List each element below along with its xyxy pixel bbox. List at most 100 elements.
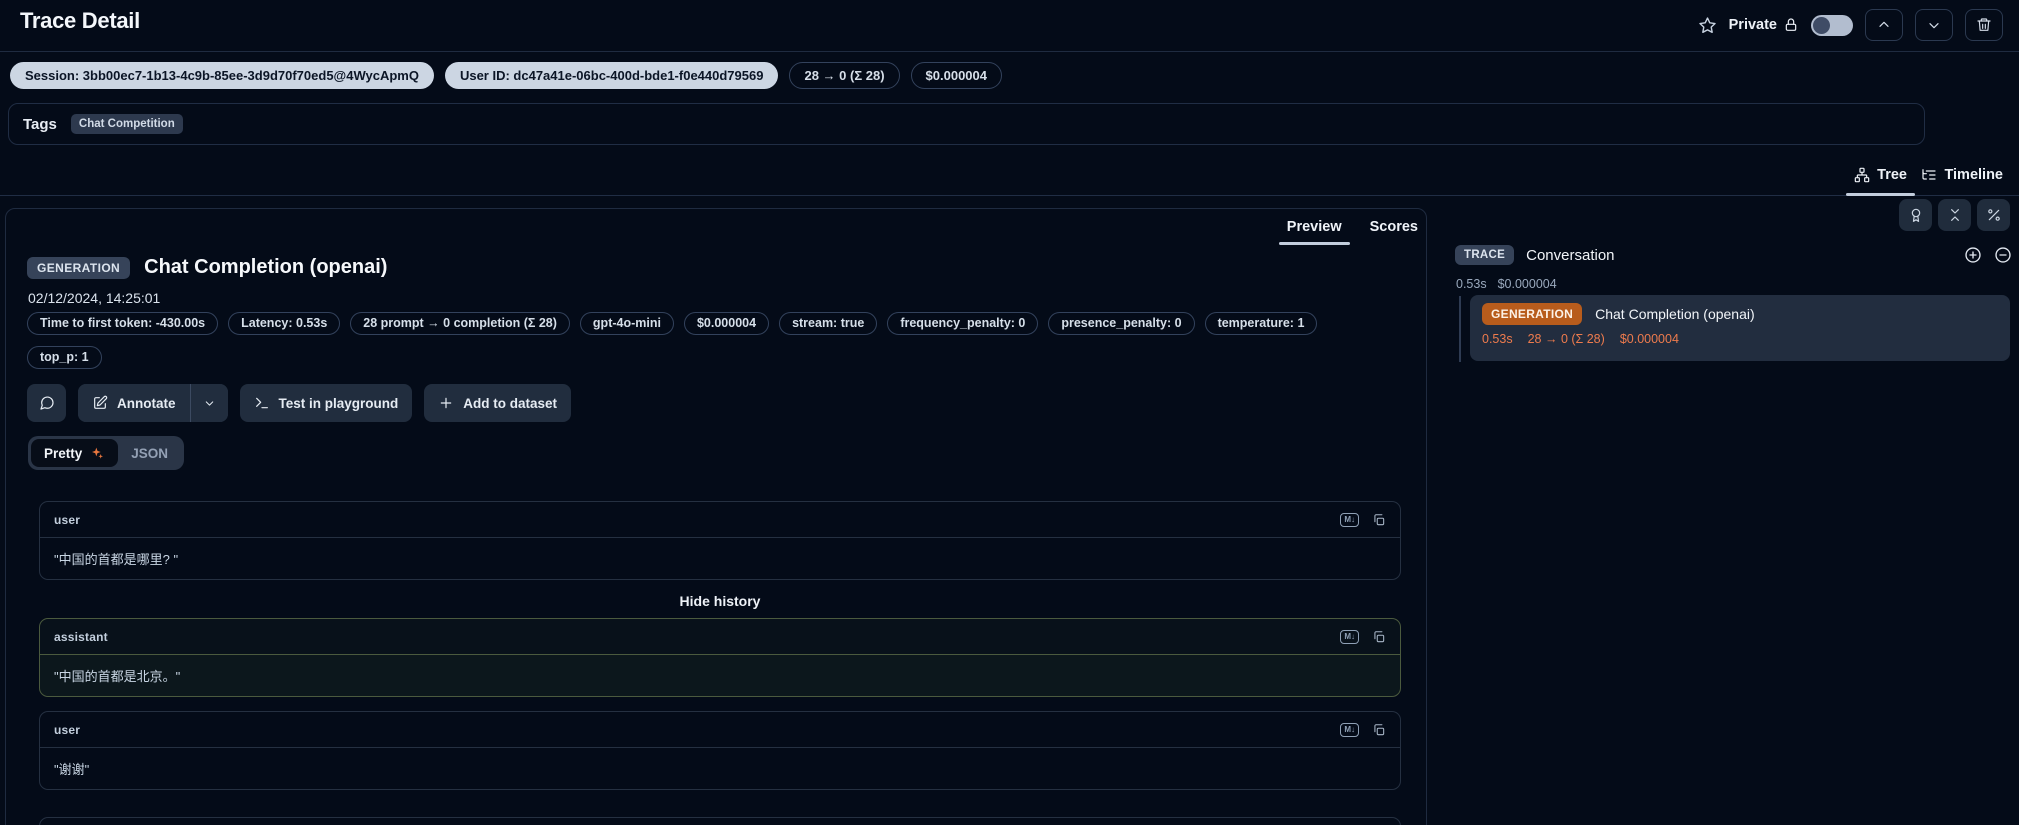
markdown-icon[interactable]: M↓ xyxy=(1340,723,1359,737)
tags-container: Tags Chat Competition xyxy=(8,103,1925,145)
tab-timeline-label: Timeline xyxy=(1944,167,2003,183)
generation-badge: GENERATION xyxy=(1482,303,1582,325)
copy-icon[interactable] xyxy=(1372,513,1386,527)
playground-label: Test in playground xyxy=(279,396,399,411)
cost-badge: $0.000004 xyxy=(911,62,1002,89)
collapse-tree-icon[interactable] xyxy=(1994,246,2012,264)
tree-branch-line xyxy=(1459,296,1461,362)
tree-item-metrics: 0.53s 28 → 0 (Σ 28) $0.000004 xyxy=(1482,332,1998,346)
tab-scores[interactable]: Scores xyxy=(1368,213,1420,245)
markdown-icon[interactable]: M↓ xyxy=(1340,630,1359,644)
pretty-label: Pretty xyxy=(44,446,82,461)
add-to-dataset-button[interactable]: Add to dataset xyxy=(424,384,571,422)
message-role: assistant xyxy=(54,630,108,644)
message-content: "中国的首都是哪里? " xyxy=(40,538,1400,579)
privacy-status: Private xyxy=(1729,17,1799,33)
copy-icon[interactable] xyxy=(1372,630,1386,644)
tree-panel-actions xyxy=(1899,199,2010,231)
playground-button[interactable]: Test in playground xyxy=(240,384,413,422)
generation-type-badge: GENERATION xyxy=(27,257,130,279)
meta-badge: frequency_penalty: 0 xyxy=(887,312,1038,335)
observation-title: Chat Completion (openai) xyxy=(144,256,387,279)
json-toggle[interactable]: JSON xyxy=(118,440,181,467)
trace-latency: 0.53s xyxy=(1456,277,1487,291)
public-toggle[interactable] xyxy=(1811,15,1853,36)
lock-icon xyxy=(1783,17,1799,33)
tags-label: Tags xyxy=(23,116,57,133)
trace-title: Conversation xyxy=(1526,247,1614,264)
json-label: JSON xyxy=(131,446,168,461)
message-header: user M↓ xyxy=(40,502,1400,538)
view-tab-bar: Tree Timeline xyxy=(0,150,2019,196)
add-to-dataset-label: Add to dataset xyxy=(463,396,557,411)
trace-cost: $0.000004 xyxy=(1498,277,1557,291)
tab-scores-label: Scores xyxy=(1370,219,1418,235)
tree-icon xyxy=(1854,167,1870,183)
scores-toggle-button[interactable] xyxy=(1899,199,1932,231)
message-header: assistant M↓ xyxy=(40,619,1400,655)
session-badge[interactable]: Session: 3bb00ec7-1b13-4c9b-85ee-3d9d70f… xyxy=(10,62,434,89)
annotate-menu-button[interactable] xyxy=(191,384,228,422)
trace-detail-page: Trace Detail Private Sessi xyxy=(0,0,2019,825)
chevron-down-icon xyxy=(203,397,216,410)
trace-root-row[interactable]: TRACE Conversation xyxy=(1455,245,2012,265)
annotate-split-button: Annotate xyxy=(78,384,228,422)
annotate-button[interactable]: Annotate xyxy=(78,384,190,422)
markdown-icon[interactable]: M↓ xyxy=(1340,513,1359,527)
expand-all-icon[interactable] xyxy=(1964,246,1982,264)
copy-icon[interactable] xyxy=(1372,723,1386,737)
meta-badge: top_p: 1 xyxy=(27,346,102,369)
output-section-partial xyxy=(39,817,1401,825)
observation-timestamp: 02/12/2024, 14:25:01 xyxy=(28,290,160,306)
toggle-knob xyxy=(1813,17,1830,34)
trace-metrics: 0.53s $0.000004 xyxy=(1456,277,1557,291)
collapse-all-button[interactable] xyxy=(1938,199,1971,231)
tab-preview[interactable]: Preview xyxy=(1285,213,1344,245)
meta-badge: Time to first token: -430.00s xyxy=(27,312,218,335)
message-role: user xyxy=(54,513,80,527)
trash-icon xyxy=(1976,17,1992,33)
meta-badge: $0.000004 xyxy=(684,312,769,335)
terminal-icon xyxy=(254,395,270,411)
comments-button[interactable] xyxy=(27,384,66,422)
hide-history-button[interactable]: Hide history xyxy=(39,593,1401,609)
tab-timeline[interactable]: Timeline xyxy=(1917,155,2007,195)
timeline-icon xyxy=(1921,167,1937,183)
tree-item-generation[interactable]: GENERATION Chat Completion (openai) 0.53… xyxy=(1470,295,2010,361)
metrics-toggle-button[interactable] xyxy=(1977,199,2010,231)
award-icon xyxy=(1908,207,1924,223)
observation-header: GENERATION Chat Completion (openai) xyxy=(27,256,387,279)
header-actions: Private xyxy=(1698,8,2003,42)
tag-chip[interactable]: Chat Competition xyxy=(71,114,183,134)
tree-item-title: Chat Completion (openai) xyxy=(1595,306,1755,322)
prev-trace-button[interactable] xyxy=(1865,9,1903,41)
message-user-1: user M↓ "中国的首都是哪里? " xyxy=(39,501,1401,580)
comment-icon xyxy=(39,395,55,411)
user-id-badge[interactable]: User ID: dc47a41e-06bc-400d-bde1-f0e440d… xyxy=(445,62,779,89)
tab-tree[interactable]: Tree xyxy=(1850,155,1911,195)
active-preview-indicator xyxy=(1279,242,1350,245)
pretty-toggle[interactable]: Pretty xyxy=(31,439,118,467)
star-icon[interactable] xyxy=(1698,16,1717,35)
meta-badge: temperature: 1 xyxy=(1205,312,1318,335)
message-header: user M↓ xyxy=(40,712,1400,748)
next-trace-button[interactable] xyxy=(1915,9,1953,41)
delete-trace-button[interactable] xyxy=(1965,9,2003,41)
message-content: "中国的首都是北京。" xyxy=(40,655,1400,696)
chevrons-collapse-icon xyxy=(1947,207,1963,223)
top-header: Trace Detail Private xyxy=(0,0,2019,52)
preview-tab-bar: Preview Scores xyxy=(1285,213,1420,245)
item-tokens: 28 → 0 (Σ 28) xyxy=(1528,332,1605,346)
chevron-down-icon xyxy=(1926,17,1942,33)
meta-badge: presence_penalty: 0 xyxy=(1048,312,1194,335)
meta-badge: gpt-4o-mini xyxy=(580,312,674,335)
annotate-label: Annotate xyxy=(117,396,176,411)
plus-icon xyxy=(438,395,454,411)
tab-tree-label: Tree xyxy=(1877,167,1907,183)
observation-actions: Annotate Test in playground Add to datas… xyxy=(27,384,571,422)
item-latency: 0.53s xyxy=(1482,332,1513,346)
message-role: user xyxy=(54,723,80,737)
chevron-up-icon xyxy=(1876,17,1892,33)
item-cost: $0.000004 xyxy=(1620,332,1679,346)
message-assistant: assistant M↓ "中国的首都是北京。" xyxy=(39,618,1401,697)
